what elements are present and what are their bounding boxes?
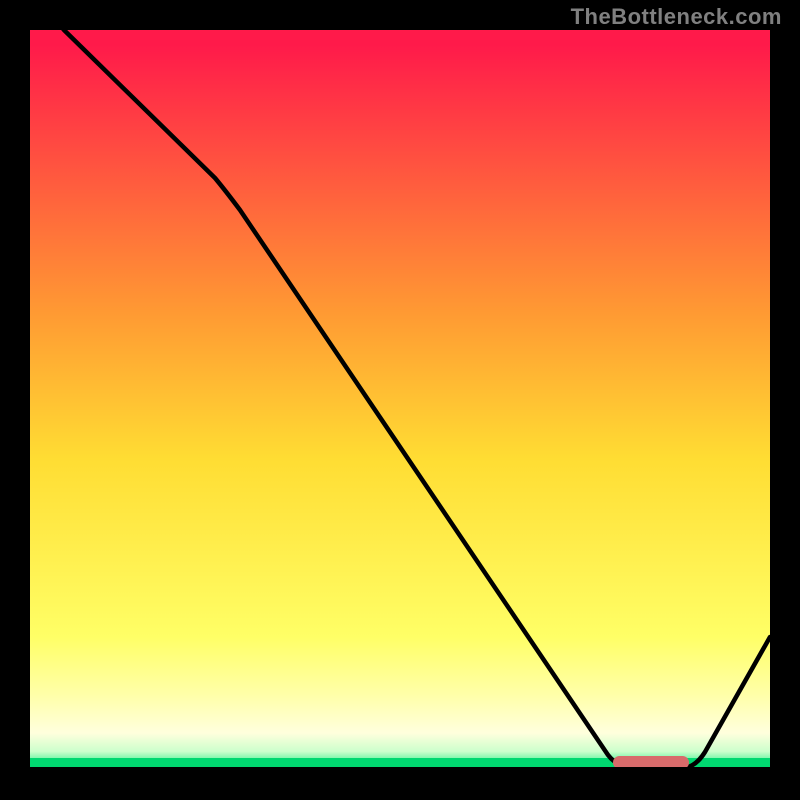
- x-axis-line: [30, 767, 770, 770]
- watermark-text: TheBottleneck.com: [571, 4, 782, 30]
- gradient-background: [30, 30, 770, 770]
- chart-container: TheBottleneck.com: [0, 0, 800, 800]
- chart-area: [30, 30, 770, 770]
- chart-svg: [30, 30, 770, 770]
